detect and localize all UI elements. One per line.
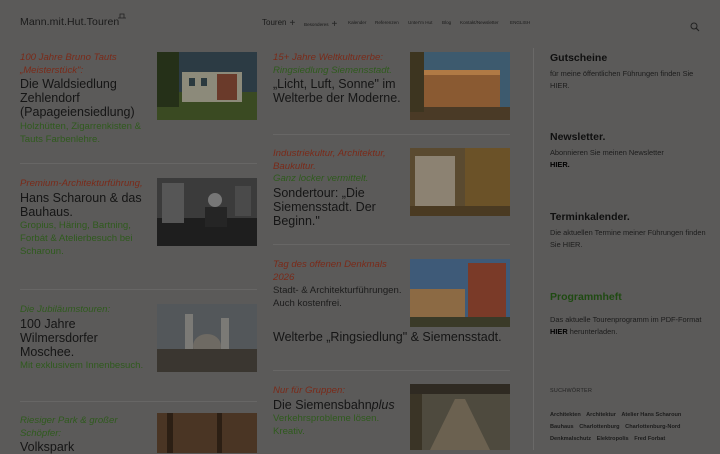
- sidebar-divider: [533, 48, 534, 450]
- tag-link[interactable]: Fred Forbat: [634, 436, 665, 442]
- card-kicker: 15+ Jahre Weltkulturerbe:: [273, 52, 383, 63]
- tour-image[interactable]: [157, 304, 257, 372]
- card-kicker-secondary: Ringsiedlung Siemensstadt.: [273, 64, 392, 76]
- tour-card-volkspark[interactable]: Riesiger Park & großer Schöpfer: Volkspa…: [20, 413, 257, 454]
- tour-image[interactable]: [410, 148, 510, 216]
- card-title[interactable]: Hans Scharoun & das Bauhaus.: [20, 191, 145, 219]
- sidebar-terminkalender[interactable]: Terminkalender. Die aktuellen Termine me…: [550, 211, 710, 250]
- site-logo[interactable]: Mann.mit.Hut.Touren: [20, 13, 127, 28]
- tag-link[interactable]: Charlottenburg-Nord: [625, 424, 680, 430]
- card-title[interactable]: Die Siemensbahnplus: [273, 398, 403, 412]
- nav-besonderes[interactable]: Besonderes +: [304, 20, 337, 30]
- sidebar-newsletter[interactable]: Newsletter. Abonnieren Sie meinen Newsle…: [550, 131, 710, 170]
- nav-referenzen[interactable]: Referenzen: [375, 20, 399, 25]
- nav-kalender[interactable]: Kalender: [348, 20, 366, 25]
- card-kicker-secondary: Ganz locker vermittelt.: [273, 173, 369, 184]
- tour-image[interactable]: [157, 52, 257, 120]
- search-button[interactable]: [690, 19, 700, 37]
- card-subtitle: Mit exklusivem Innenbesuch.: [20, 360, 144, 372]
- card-title[interactable]: Sondertour: „Die Siemensstadt. Der Begin…: [273, 186, 403, 229]
- card-subtitle: Holzhütten, Zigarrenkisten & Tauts Farbe…: [20, 120, 142, 145]
- sidebar-heading: Terminkalender.: [550, 211, 630, 223]
- card-kicker: 100 Jahre Bruno Tauts „Meisterstück":: [20, 52, 117, 76]
- sidebar-gutscheine[interactable]: Gutscheine für meine öffentlichen Führun…: [550, 52, 710, 91]
- tag-link[interactable]: Architektur: [586, 412, 616, 418]
- tag-cloud: Architekten Architektur Atelier Hans Sch…: [550, 409, 710, 445]
- tour-card-siemensbahn[interactable]: Nur für Gruppen: Die Siemensbahnplus Ver…: [273, 384, 510, 450]
- plus-icon[interactable]: +: [332, 20, 338, 30]
- tags-heading: SUCHWÖRTER: [550, 388, 593, 394]
- sidebar-text[interactable]: für meine öffentlichen Führungen finden …: [550, 68, 710, 91]
- tag-link[interactable]: Denkmalschutz: [550, 436, 591, 442]
- card-subtitle: Gropius, Häring, Bartning, Forbát & Atel…: [20, 219, 133, 258]
- card-kicker: Tag des offenen Denkmals 2026: [273, 259, 387, 283]
- newsletter-link[interactable]: HIER.: [550, 160, 570, 169]
- site-header: Mann.mit.Hut.Touren Touren + Besonderes + …: [0, 0, 720, 46]
- card-title[interactable]: „Licht, Luft, Sonne" im Welterbe der Mod…: [273, 77, 403, 105]
- tour-image[interactable]: [157, 413, 257, 453]
- tour-image[interactable]: [410, 259, 510, 327]
- card-kicker: Industriekultur, Architektur, Baukultur.: [273, 148, 386, 172]
- search-icon[interactable]: [690, 22, 700, 32]
- tour-card-siemensstadt-beginn[interactable]: Industriekultur, Architektur, Baukultur.…: [273, 148, 510, 243]
- tour-image[interactable]: [157, 178, 257, 246]
- card-title[interactable]: Die Waldsiedlung Zehlendorf (Papageiensi…: [20, 77, 145, 120]
- nav-touren[interactable]: Touren +: [262, 18, 295, 29]
- nav-unterm-hut[interactable]: Unter'm Hut: [408, 20, 432, 25]
- tag-link[interactable]: Atelier Hans Scharoun: [621, 412, 681, 418]
- tag-link[interactable]: Elektropolis: [597, 436, 629, 442]
- hat-icon: [118, 13, 127, 19]
- card-kicker: Die Jubiläumstouren:: [20, 304, 111, 315]
- card-pretext: Stadt- & Architekturführungen. Auch kost…: [273, 285, 402, 310]
- tour-image[interactable]: [410, 52, 510, 120]
- card-subtitle: Verkehrsprobleme lösen. Kreativ.: [273, 412, 380, 437]
- tour-card-moschee[interactable]: Die Jubiläumstouren: 100 Jahre Wilmersdo…: [20, 304, 257, 399]
- sidebar-programmheft[interactable]: Programmheft Das aktuelle Tourenprogramm…: [550, 291, 710, 337]
- sidebar-text: Abonnieren Sie meinen Newsletter HIER.: [550, 148, 664, 169]
- card-title[interactable]: 100 Jahre Wilmersdorfer Moschee.: [20, 317, 145, 360]
- nav-kontakt-newsletter[interactable]: Kontakt/Newsletter: [460, 20, 499, 25]
- tour-card-denkmal[interactable]: Tag des offenen Denkmals 2026 Stadt- & A…: [273, 259, 510, 364]
- tour-card-weltkulturerbe[interactable]: 15+ Jahre Weltkulturerbe: Ringsiedlung S…: [273, 52, 510, 132]
- sidebar-heading: Gutscheine: [550, 52, 608, 64]
- tag-link[interactable]: Bauhaus: [550, 424, 574, 430]
- nav-blog[interactable]: Blog: [442, 20, 451, 25]
- sidebar-heading: Newsletter.: [550, 131, 606, 143]
- tour-card-scharoun[interactable]: Premium-Architekturführung, Hans Scharou…: [20, 178, 257, 288]
- card-kicker: Nur für Gruppen:: [273, 385, 345, 396]
- card-title[interactable]: Welterbe „Ringsiedlung" & Siemensstadt.: [273, 330, 510, 344]
- plus-icon[interactable]: +: [289, 19, 295, 29]
- nav-english[interactable]: ENGLISH: [510, 20, 530, 25]
- sidebar-text[interactable]: Die aktuellen Termine meiner Führungen f…: [550, 227, 710, 250]
- tag-link[interactable]: Charlottenburg: [579, 424, 619, 430]
- tag-link[interactable]: Architekten: [550, 412, 581, 418]
- programm-link[interactable]: HIER: [550, 327, 568, 336]
- card-kicker: Premium-Architekturführung,: [20, 178, 143, 189]
- sidebar-text: Das aktuelle Tourenprogramm im PDF-Forma…: [550, 315, 702, 336]
- tour-card-waldsiedlung[interactable]: 100 Jahre Bruno Tauts „Meisterstück": Di…: [20, 52, 257, 162]
- logo-text[interactable]: Mann.mit.Hut.Touren: [20, 16, 119, 28]
- card-title[interactable]: Volkspark: [20, 440, 145, 454]
- sidebar-heading: Programmheft: [550, 291, 622, 303]
- tour-image[interactable]: [410, 384, 510, 450]
- card-kicker: Riesiger Park & großer Schöpfer:: [20, 415, 118, 439]
